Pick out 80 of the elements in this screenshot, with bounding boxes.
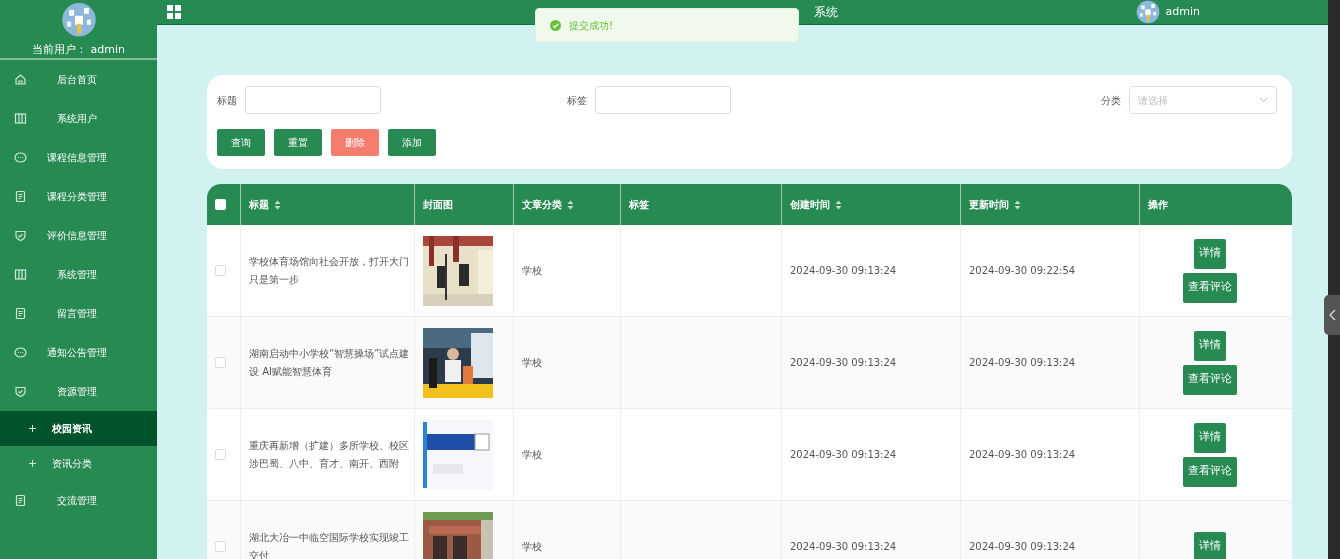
document-icon	[14, 190, 27, 203]
details-button[interactable]: 详情	[1194, 238, 1226, 269]
article-title: 重庆再新增（扩建）多所学校、校区涉巴蜀、八中、育才、南开、西附	[249, 439, 410, 471]
home-icon	[14, 73, 27, 86]
field-label: 分类	[1101, 93, 1121, 108]
row-checkbox[interactable]	[215, 357, 226, 368]
chat-icon	[14, 151, 27, 164]
row-checkbox[interactable]	[215, 541, 226, 552]
table-cell-text: 2024-09-30 09:13:24	[969, 356, 1076, 370]
sidebar-item[interactable]: 校园资讯	[0, 411, 157, 446]
column-header[interactable]: 文章分类	[522, 197, 562, 212]
sidebar-item[interactable]: 通知公告管理	[0, 333, 157, 372]
sidebar-item[interactable]: 评价信息管理	[0, 216, 157, 255]
details-button[interactable]: 详情	[1194, 422, 1226, 453]
chevron-left-icon	[1328, 309, 1336, 321]
field-label: 标题	[217, 93, 237, 108]
row-checkbox[interactable]	[215, 265, 226, 276]
chevron-down-icon	[1259, 97, 1268, 103]
sidebar-item[interactable]: 课程分类管理	[0, 177, 157, 216]
table-cell-text: 2024-09-30 09:13:24	[790, 448, 897, 462]
sort-icon	[567, 199, 574, 210]
columns-icon	[14, 112, 27, 125]
sidebar-item[interactable]: 系统管理	[0, 255, 157, 294]
input-field[interactable]	[595, 86, 731, 114]
username-label: admin	[1165, 3, 1200, 20]
comments-button[interactable]: 查看评论	[1183, 364, 1237, 395]
column-header[interactable]: 更新时间	[969, 197, 1009, 212]
toast-text: 提交成功!	[569, 18, 613, 33]
chat-icon	[14, 346, 27, 359]
current-user-label: 当前用户： admin	[32, 41, 125, 58]
sort-icon	[274, 199, 281, 210]
field-label: 标签	[567, 93, 587, 108]
table-cell-text: 学校	[522, 540, 542, 554]
app-title: 系统	[814, 4, 838, 21]
column-header[interactable]: 创建时间	[790, 197, 830, 212]
columns-icon	[14, 268, 27, 281]
shield-icon	[14, 385, 27, 398]
action-button[interactable]: 添加	[388, 129, 436, 156]
sidebar-item[interactable]: 课程信息管理	[0, 138, 157, 177]
row-checkbox[interactable]	[215, 449, 226, 460]
column-header: 封面图	[423, 198, 453, 212]
article-title: 学校体育场馆向社会开放，打开大门只是第一步	[249, 255, 410, 287]
table-cell-text: 2024-09-30 09:13:24	[969, 540, 1076, 554]
sidebar-item[interactable]: 留言管理	[0, 294, 157, 333]
details-button[interactable]: 详情	[1194, 531, 1226, 559]
action-button[interactable]: 重置	[274, 129, 322, 156]
comments-button[interactable]: 查看评论	[1183, 456, 1237, 487]
table-cell-text: 学校	[522, 356, 542, 370]
column-header: 操作	[1148, 198, 1168, 212]
table-cell-text: 学校	[522, 448, 542, 462]
column-header[interactable]: 标题	[249, 197, 269, 212]
table-cell-text: 学校	[522, 264, 542, 278]
sidebar-item[interactable]: 资源管理	[0, 372, 157, 411]
collapse-handle[interactable]	[1324, 295, 1340, 335]
sort-icon	[835, 199, 842, 210]
select-all-checkbox[interactable]	[215, 199, 226, 210]
article-title: 湖南启动中小学校“智慧操场”试点建设 AI赋能智慧体育	[249, 347, 411, 379]
delete-button[interactable]: 删除	[331, 129, 379, 156]
table-cell-text: 2024-09-30 09:22:54	[969, 264, 1076, 278]
column-header: 标签	[629, 198, 649, 212]
sidebar-item[interactable]: 交流管理	[0, 481, 157, 520]
comments-button[interactable]: 查看评论	[1183, 272, 1237, 303]
table-cell-text: 2024-09-30 09:13:24	[790, 540, 897, 554]
plus-icon	[28, 459, 37, 468]
document-icon	[14, 307, 27, 320]
table-cell-text: 2024-09-30 09:13:24	[969, 448, 1076, 462]
input-field[interactable]	[245, 86, 381, 114]
document-icon	[14, 494, 27, 507]
action-button[interactable]: 查询	[217, 129, 265, 156]
table-cell-text: 2024-09-30 09:13:24	[790, 264, 897, 278]
sidebar-item[interactable]: 资讯分类	[0, 446, 157, 481]
shield-icon	[14, 229, 27, 242]
sort-icon	[1014, 199, 1021, 210]
details-button[interactable]: 详情	[1194, 330, 1226, 361]
grid-menu-icon	[167, 5, 181, 19]
plus-icon	[28, 424, 37, 433]
sidebar-item[interactable]: 后台首页	[0, 60, 157, 99]
table-cell-text: 2024-09-30 09:13:24	[790, 356, 897, 370]
sidebar-item[interactable]: 系统用户	[0, 99, 157, 138]
success-icon	[550, 19, 561, 31]
